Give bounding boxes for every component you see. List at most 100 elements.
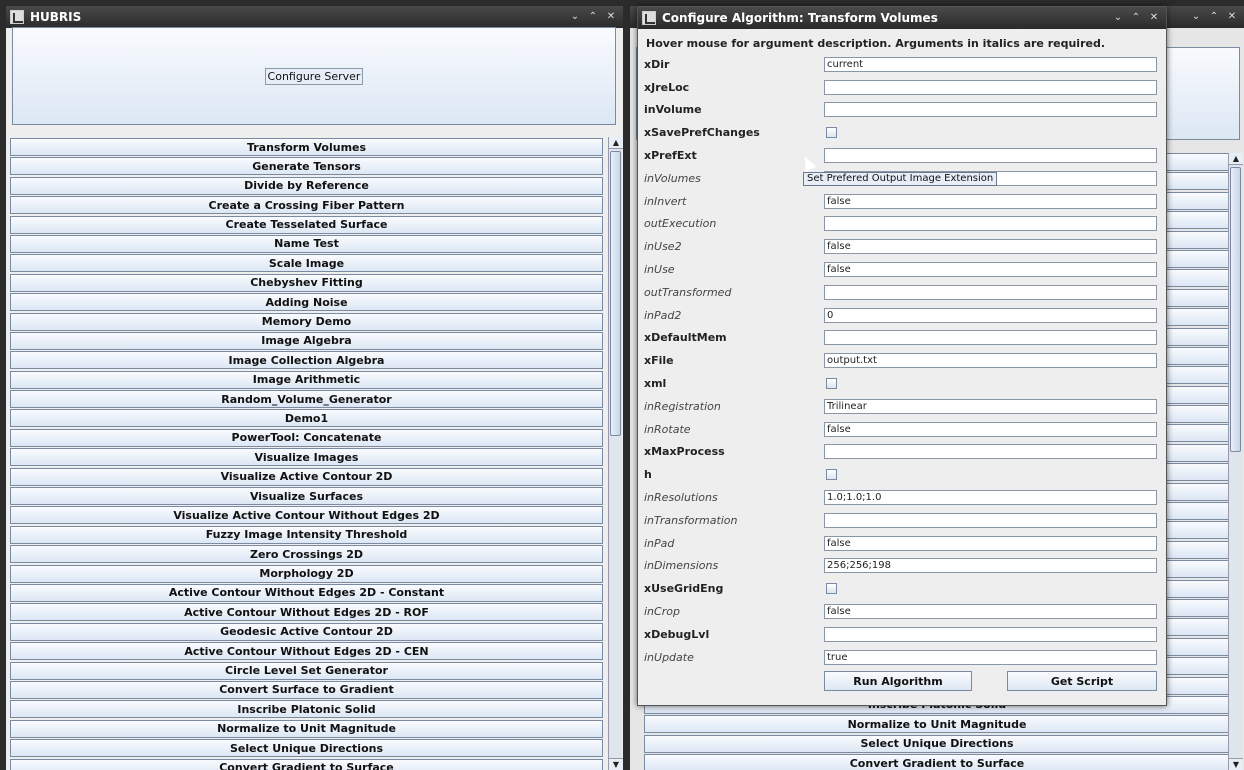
param-row: inPad false xyxy=(644,532,1160,555)
algorithm-button[interactable]: Active Contour Without Edges 2D - Consta… xyxy=(10,583,603,602)
maximize-icon[interactable]: ⌃ xyxy=(585,9,601,25)
param-checkbox[interactable] xyxy=(826,469,837,481)
param-label: xFile xyxy=(644,354,674,368)
close-icon[interactable]: ✕ xyxy=(1146,10,1162,26)
minimize-icon[interactable]: ⌄ xyxy=(1188,9,1204,25)
configure-server-label: Configure Server xyxy=(264,67,364,85)
param-label: inCrop xyxy=(644,605,680,619)
scroll-thumb[interactable] xyxy=(1230,167,1241,452)
param-input[interactable] xyxy=(824,284,1157,300)
algorithm-button[interactable]: Normalize to Unit Magnitude xyxy=(10,719,603,738)
param-input[interactable] xyxy=(824,512,1157,528)
param-input[interactable]: true xyxy=(824,649,1157,665)
param-input[interactable] xyxy=(824,102,1157,118)
maximize-icon[interactable]: ⌃ xyxy=(1206,9,1222,25)
close-icon[interactable]: ✕ xyxy=(603,9,619,25)
dialog-hint: Hover mouse for argument description. Ar… xyxy=(646,37,1106,50)
maximize-icon[interactable]: ⌃ xyxy=(1128,10,1144,26)
param-input[interactable]: Trilinear xyxy=(824,398,1157,414)
scroll-down-icon[interactable]: ▼ xyxy=(1229,758,1243,770)
algorithm-button[interactable]: Select Unique Directions xyxy=(644,734,1230,753)
param-input[interactable]: false xyxy=(824,262,1157,278)
param-input[interactable]: false xyxy=(824,193,1157,209)
param-checkbox[interactable] xyxy=(826,583,837,595)
param-input[interactable]: false xyxy=(824,239,1157,255)
scroll-thumb[interactable] xyxy=(610,151,621,436)
algorithm-button[interactable]: Memory Demo xyxy=(10,312,603,331)
param-input[interactable]: current xyxy=(824,56,1157,72)
algorithm-button[interactable]: Name Test xyxy=(10,234,603,253)
param-row: xMaxProcess xyxy=(644,441,1160,464)
param-label: inTransformation xyxy=(644,513,738,527)
param-row: outExecution xyxy=(644,213,1160,236)
algorithm-button[interactable]: Convert Gradient to Surface xyxy=(10,758,603,770)
param-input[interactable]: output.txt xyxy=(824,353,1157,369)
algorithm-button[interactable]: Image Arithmetic xyxy=(10,370,603,389)
param-input[interactable] xyxy=(824,148,1157,164)
run-algorithm-button[interactable]: Run Algorithm xyxy=(824,671,972,691)
algorithm-button[interactable]: Visualize Surfaces xyxy=(10,487,603,506)
param-input[interactable]: false xyxy=(824,604,1157,620)
param-input[interactable]: false xyxy=(824,535,1157,551)
scroll-up-icon[interactable]: ▲ xyxy=(609,137,623,149)
algorithm-button[interactable]: Fuzzy Image Intensity Threshold xyxy=(10,525,603,544)
param-input[interactable] xyxy=(824,79,1157,95)
algorithm-button[interactable]: Divide by Reference xyxy=(10,176,603,195)
param-input[interactable] xyxy=(824,626,1157,642)
param-input[interactable] xyxy=(824,216,1157,232)
algorithm-button[interactable]: Image Algebra xyxy=(10,331,603,350)
algorithm-button[interactable]: Convert Surface to Gradient xyxy=(10,680,603,699)
param-row: xPrefExt xyxy=(644,144,1160,167)
algorithm-button[interactable]: Chebyshev Fitting xyxy=(10,273,603,292)
scroll-down-icon[interactable]: ▼ xyxy=(609,758,623,770)
param-label: inUpdate xyxy=(644,650,694,664)
algorithm-button[interactable]: Active Contour Without Edges 2D - CEN xyxy=(10,642,603,661)
param-label: inRotate xyxy=(644,422,691,436)
algorithm-button[interactable]: PowerTool: Concatenate xyxy=(10,428,603,447)
algorithm-button[interactable]: Normalize to Unit Magnitude xyxy=(644,715,1230,734)
algorithm-button[interactable]: Transform Volumes xyxy=(10,138,603,156)
algorithm-button[interactable]: Adding Noise xyxy=(10,293,603,312)
param-input[interactable]: 0 xyxy=(824,307,1157,323)
algorithm-button[interactable]: Demo1 xyxy=(10,409,603,428)
minimize-icon[interactable]: ⌄ xyxy=(1110,10,1126,26)
algorithm-button[interactable]: Image Collection Algebra xyxy=(10,351,603,370)
algorithm-button[interactable]: Morphology 2D xyxy=(10,564,603,583)
scroll-up-icon[interactable]: ▲ xyxy=(1229,153,1243,165)
param-row: xSavePrefChanges xyxy=(644,121,1160,144)
param-input[interactable] xyxy=(824,330,1157,346)
window-titlebar[interactable]: HUBRIS ⌄ ⌃ ✕ xyxy=(6,6,623,28)
get-script-button[interactable]: Get Script xyxy=(1007,671,1157,691)
dialog-titlebar[interactable]: Configure Algorithm: Transform Volumes ⌄… xyxy=(638,7,1166,29)
algorithm-button[interactable]: Circle Level Set Generator xyxy=(10,661,603,680)
background-list-scrollbar[interactable]: ▲ ▼ xyxy=(1228,153,1243,770)
algorithm-button[interactable]: Random_Volume_Generator xyxy=(10,390,603,409)
algorithm-button[interactable]: Visualize Active Contour Without Edges 2… xyxy=(10,506,603,525)
param-input[interactable] xyxy=(824,444,1157,460)
algorithm-button[interactable]: Active Contour Without Edges 2D - ROF xyxy=(10,603,603,622)
dialog-title: Configure Algorithm: Transform Volumes xyxy=(662,11,938,25)
param-row: inInvert false xyxy=(644,190,1160,213)
algorithm-button[interactable]: Visualize Active Contour 2D xyxy=(10,467,603,486)
param-label: xPrefExt xyxy=(644,149,697,163)
algorithm-button[interactable]: Create a Crossing Fiber Pattern xyxy=(10,196,603,215)
algorithm-button[interactable]: Scale Image xyxy=(10,254,603,273)
param-input[interactable]: false xyxy=(824,421,1157,437)
param-input[interactable]: 256;256;198 xyxy=(824,558,1157,574)
configure-server-button[interactable]: Configure Server xyxy=(12,27,616,125)
close-icon[interactable]: ✕ xyxy=(1224,9,1240,25)
param-checkbox[interactable] xyxy=(826,127,837,139)
param-label: xUseGridEng xyxy=(644,582,724,596)
param-input[interactable]: 1.0;1.0;1.0 xyxy=(824,490,1157,506)
algorithm-button[interactable]: Visualize Images xyxy=(10,448,603,467)
algorithm-button[interactable]: Zero Crossings 2D xyxy=(10,545,603,564)
algorithm-list-scrollbar[interactable]: ▲ ▼ xyxy=(608,137,623,770)
algorithm-button[interactable]: Convert Gradient to Surface xyxy=(644,754,1230,770)
param-checkbox[interactable] xyxy=(826,378,837,390)
algorithm-button[interactable]: Geodesic Active Contour 2D xyxy=(10,622,603,641)
minimize-icon[interactable]: ⌄ xyxy=(567,9,583,25)
algorithm-button[interactable]: Select Unique Directions xyxy=(10,739,603,758)
algorithm-button[interactable]: Inscribe Platonic Solid xyxy=(10,700,603,719)
algorithm-button[interactable]: Generate Tensors xyxy=(10,157,603,176)
algorithm-button[interactable]: Create Tesselated Surface xyxy=(10,215,603,234)
